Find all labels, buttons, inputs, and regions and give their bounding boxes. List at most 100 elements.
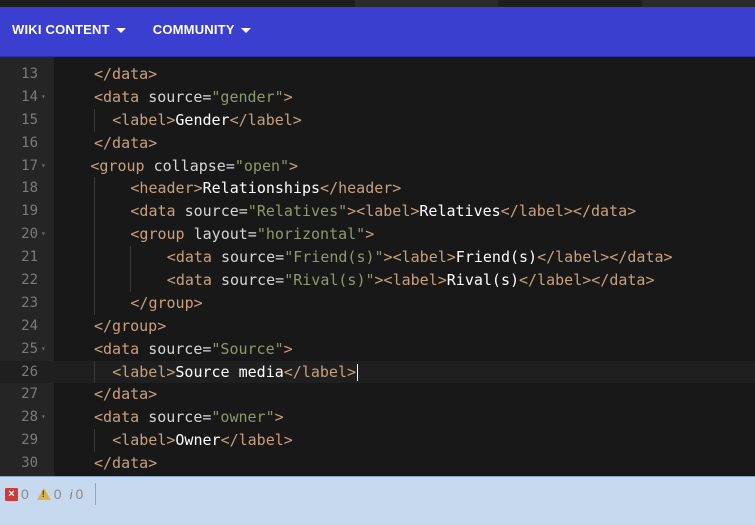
fold-toggle-icon[interactable]: ▾	[41, 223, 46, 246]
code-token-str: "Friend(s)"	[284, 248, 384, 267]
text-cursor	[357, 363, 359, 381]
error-count-value: 0	[21, 486, 29, 502]
code-text: <data source="owner">	[94, 406, 284, 429]
code-token-txt: Source media	[175, 362, 284, 381]
code-text: <label>Owner</label>	[112, 429, 293, 452]
code-editor[interactable]: 13 </data> 14 ▾ <data source="gender"> 15 <lab…	[0, 42, 755, 476]
code-text: <group layout="horizontal">	[130, 223, 374, 246]
warning-count-value: 0	[53, 486, 62, 502]
code-token-tag: </group>	[130, 293, 203, 312]
code-line[interactable]: 14 ▾ <data source="gender">	[0, 86, 755, 109]
code-token-tag: </data>	[94, 454, 158, 473]
indent-guide	[94, 177, 95, 201]
nav-community[interactable]: COMMUNITY	[153, 22, 251, 37]
code-line[interactable]: 27 </data>	[0, 383, 755, 406]
code-line[interactable]: 21 <data source="Friend(s)"><label>Friend…	[0, 246, 755, 270]
indent-guide	[94, 200, 95, 224]
code-token-txt: Relationships	[202, 179, 321, 198]
fold-toggle-icon[interactable]: ▾	[41, 86, 46, 109]
code-token-tag: </label></data>	[519, 271, 655, 290]
code-line[interactable]: 17 ▾ <group collapse="open">	[0, 155, 755, 178]
nav-wiki-content[interactable]: WIKI CONTENT	[12, 22, 126, 37]
status-divider	[95, 483, 97, 505]
code-text: <data source="gender">	[94, 86, 293, 109]
code-line[interactable]: 24 </group>	[0, 315, 755, 338]
code-token-tag: ><label>	[383, 248, 456, 267]
code-line[interactable]: 20 ▾ <group layout="horizontal">	[0, 223, 755, 247]
code-token-attr: source=	[148, 87, 212, 106]
fold-toggle-icon[interactable]: ▾	[41, 155, 46, 178]
line-number: 25	[21, 340, 38, 357]
code-token-tag: <label>	[112, 431, 176, 450]
code-text: <data source="Relatives"><label>Relative…	[130, 200, 636, 223]
line-number: 17	[21, 157, 38, 174]
fold-toggle-icon[interactable]: ▾	[41, 406, 46, 429]
code-text: </data>	[94, 132, 157, 155]
code-token-tag: <data	[94, 339, 149, 358]
line-number: 26	[21, 363, 38, 380]
line-number: 19	[21, 203, 38, 220]
code-token-tag: <group	[90, 156, 154, 175]
line-number: 23	[21, 294, 38, 311]
code-line[interactable]: 19 <data source="Relatives"><label>Relati…	[0, 200, 755, 224]
error-icon: ×	[5, 487, 18, 501]
code-token-attr: source=	[148, 339, 212, 358]
code-token-tag: <group	[130, 225, 194, 244]
code-token-tag: <data	[166, 248, 221, 267]
code-token-tag: >	[289, 156, 299, 175]
indent-guide	[94, 291, 95, 315]
code-token-tag: </header>	[320, 179, 402, 198]
code-token-str: "owner"	[211, 408, 275, 427]
line-number: 15	[21, 111, 38, 128]
code-token-tag: </label></data>	[537, 248, 673, 267]
code-line[interactable]: 28 ▾ <data source="owner">	[0, 406, 755, 429]
code-text: <data source="Source">	[94, 338, 293, 361]
line-number: 13	[21, 66, 38, 82]
indent-guide	[94, 360, 95, 384]
code-text: </data>	[94, 383, 157, 406]
code-token-tag: <data	[166, 271, 221, 290]
code-line[interactable]: 26 <label>Source media</label>	[0, 360, 755, 384]
caret-down-icon	[240, 27, 251, 33]
nav-wiki-content-label: WIKI CONTENT	[12, 22, 110, 37]
code-text: <group collapse="open">	[90, 155, 298, 178]
code-token-str: "Rival(s)"	[284, 271, 375, 290]
code-text: <header>Relationships</header>	[130, 177, 401, 200]
code-line[interactable]: 15 <label>Gender</label>	[0, 108, 755, 132]
info-count-value: 0	[75, 486, 84, 502]
indent-guide	[94, 246, 95, 270]
line-number: 22	[21, 272, 38, 289]
error-count[interactable]: × 0	[5, 486, 29, 502]
line-number: 27	[21, 386, 38, 403]
code-token-str: "Relatives"	[247, 202, 348, 221]
warning-count[interactable]: 0	[36, 486, 62, 502]
code-line[interactable]: 25 ▾ <data source="Source">	[0, 338, 755, 361]
code-line[interactable]: 30 </data>	[0, 452, 755, 475]
code-line[interactable]: 22 <data source="Rival(s)"><label>Rival(s…	[0, 269, 755, 292]
code-line[interactable]: 29 <label>Owner</label>	[0, 429, 755, 453]
code-token-tag: ><label>	[374, 271, 447, 290]
code-line[interactable]: 23 </group>	[0, 291, 755, 315]
code-token-txt: Friend(s)	[455, 248, 538, 267]
code-token-tag: ><label>	[347, 202, 420, 221]
fold-toggle-icon[interactable]: ▾	[41, 338, 46, 361]
line-number: 16	[21, 134, 38, 151]
code-line[interactable]: 13 </data>	[0, 63, 755, 86]
code-token-txt: Relatives	[419, 202, 501, 221]
line-number: 14	[21, 88, 38, 105]
status-bar: × 0 0 i 0	[0, 476, 755, 525]
code-text: <data source="Friend(s)"><label>Friend(s…	[167, 246, 673, 269]
code-line[interactable]: 16 </data>	[0, 132, 755, 155]
line-number: 18	[21, 180, 38, 197]
info-count[interactable]: i 0	[70, 486, 84, 502]
indent-guide	[94, 269, 95, 292]
code-text: <data source="Rival(s)"><label>Rival(s)<…	[167, 269, 655, 292]
code-text: </group>	[130, 292, 202, 315]
code-token-tag: </group>	[94, 316, 167, 335]
code-line[interactable]: 18 <header>Relationships</header>	[0, 177, 755, 201]
code-token-tag: </label></data>	[500, 202, 637, 221]
code-token-tag: </data>	[94, 65, 158, 83]
code-text: </group>	[94, 315, 166, 338]
code-token-str: "horizontal"	[256, 225, 366, 244]
code-token-attr: source=	[220, 271, 285, 290]
